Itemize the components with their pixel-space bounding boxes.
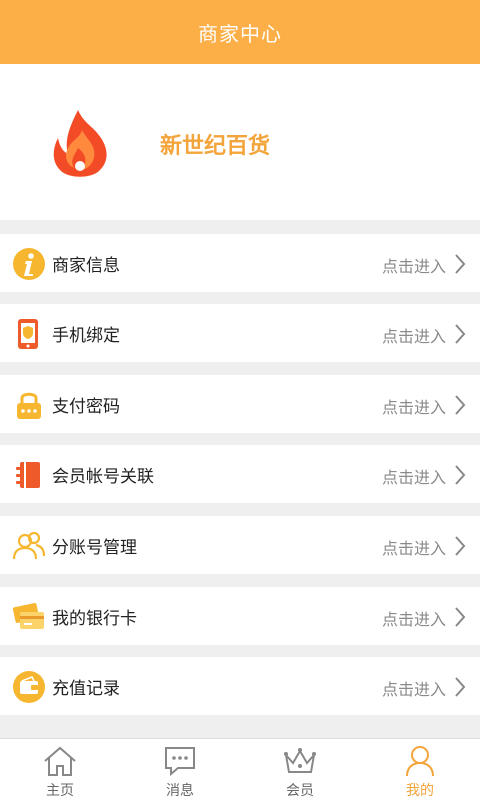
menu-label: 分账号管理 bbox=[52, 538, 137, 558]
menu-action-text: 点击进入 bbox=[381, 680, 446, 699]
menu-label: 充值记录 bbox=[52, 679, 120, 699]
menu-item-pay-password[interactable]: 支付密码 点击进入 bbox=[0, 375, 480, 433]
tab-mine[interactable]: 我的 bbox=[360, 739, 480, 801]
user-icon bbox=[406, 746, 434, 777]
menu-action-text: 点击进入 bbox=[381, 327, 446, 346]
menu-action-text: 点击进入 bbox=[381, 257, 446, 276]
lock-icon bbox=[17, 392, 41, 419]
menu-action-text: 点击进入 bbox=[381, 398, 446, 417]
chevron-right-icon bbox=[455, 536, 466, 556]
home-icon bbox=[44, 746, 76, 776]
menu-item-bank-card[interactable]: 我的银行卡 点击进入 bbox=[0, 587, 480, 645]
crown-icon bbox=[284, 748, 316, 773]
menu-item-merchant-info[interactable]: 商家信息 点击进入 bbox=[0, 234, 480, 292]
page-title: 商家中心 bbox=[198, 21, 282, 46]
bank-card-icon bbox=[12, 603, 44, 629]
notebook-icon bbox=[16, 462, 40, 488]
phone-shield-icon bbox=[18, 319, 38, 349]
chevron-right-icon bbox=[455, 677, 466, 697]
tab-label: 主页 bbox=[46, 783, 74, 799]
chevron-right-icon bbox=[455, 465, 466, 485]
tab-messages[interactable]: 消息 bbox=[120, 739, 240, 801]
menu-action-text: 点击进入 bbox=[381, 610, 446, 629]
menu-label: 手机绑定 bbox=[52, 326, 120, 346]
menu-item-member-account-link[interactable]: 会员帐号关联 点击进入 bbox=[0, 445, 480, 503]
merchant-name: 新世纪百货 bbox=[160, 134, 271, 159]
tab-label: 消息 bbox=[166, 783, 194, 799]
header-bar: 商家中心 bbox=[0, 0, 480, 64]
tab-members[interactable]: 会员 bbox=[240, 739, 360, 801]
wallet-icon bbox=[13, 671, 45, 703]
menu-action-text: 点击进入 bbox=[381, 468, 446, 487]
menu-label: 商家信息 bbox=[52, 256, 120, 276]
chevron-right-icon bbox=[455, 324, 466, 344]
chevron-right-icon bbox=[455, 395, 466, 415]
chevron-right-icon bbox=[455, 607, 466, 627]
menu-item-sub-account[interactable]: 分账号管理 点击进入 bbox=[0, 516, 480, 574]
info-icon bbox=[13, 248, 45, 280]
users-icon bbox=[12, 531, 46, 560]
menu-label: 我的银行卡 bbox=[52, 609, 137, 629]
menu-label: 会员帐号关联 bbox=[52, 467, 154, 487]
flame-logo-icon bbox=[53, 110, 107, 177]
menu-item-recharge-record[interactable]: 充值记录 点击进入 bbox=[0, 657, 480, 715]
tab-label: 我的 bbox=[406, 783, 434, 799]
message-icon bbox=[165, 747, 195, 777]
merchant-card: 新世纪百货 bbox=[0, 64, 480, 220]
chevron-right-icon bbox=[455, 254, 466, 274]
tab-home[interactable]: 主页 bbox=[0, 739, 120, 801]
bottom-tab-bar: 主页 消息 会员 我的 bbox=[0, 738, 480, 801]
tab-label: 会员 bbox=[286, 783, 314, 799]
menu-item-phone-binding[interactable]: 手机绑定 点击进入 bbox=[0, 304, 480, 362]
menu-action-text: 点击进入 bbox=[381, 539, 446, 558]
menu-label: 支付密码 bbox=[52, 397, 120, 417]
